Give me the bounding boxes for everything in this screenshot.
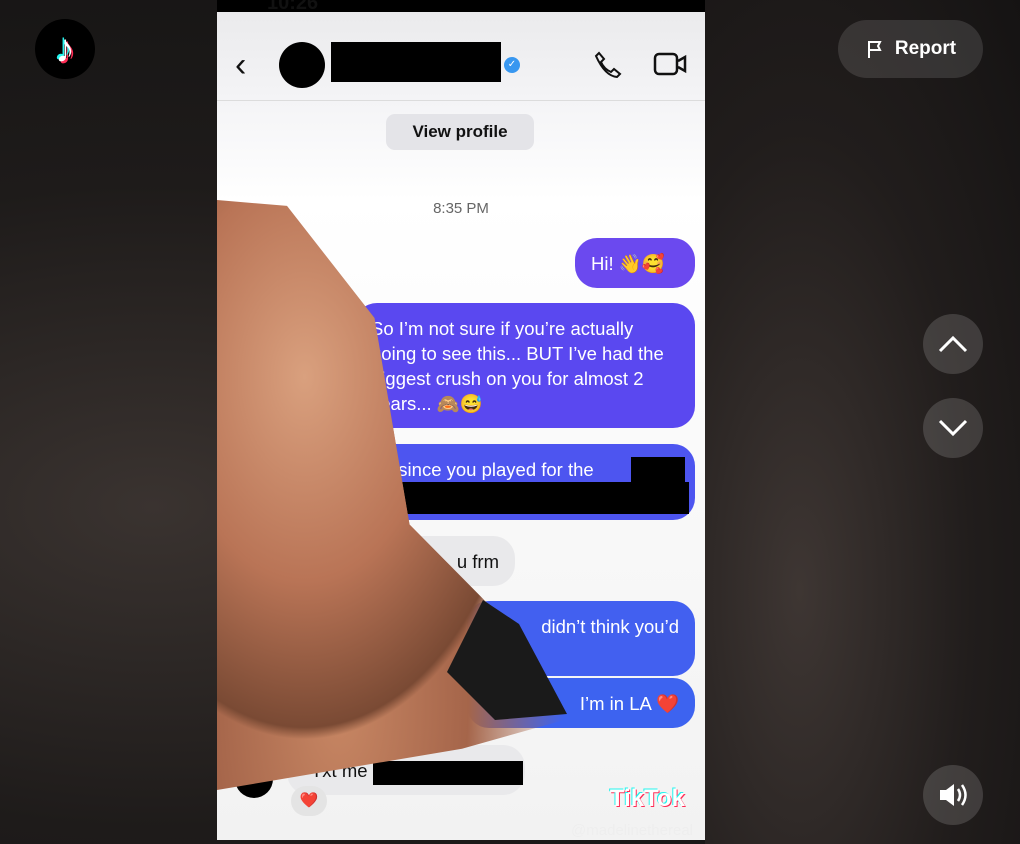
view-profile-button: View profile <box>386 114 534 150</box>
avatar <box>279 42 325 88</box>
previous-video-button[interactable] <box>923 314 983 374</box>
reaction: ❤️ <box>291 786 327 816</box>
tiktok-watermark: TikTok <box>609 785 685 812</box>
creator-handle: @madelinethereal <box>571 822 693 839</box>
message-bubble: So I’m not sure if you’re actually going… <box>355 303 695 428</box>
volume-button[interactable] <box>923 765 983 825</box>
chevron-up-icon <box>938 335 968 353</box>
redacted-text <box>387 482 689 514</box>
next-video-button[interactable] <box>923 398 983 458</box>
video-player[interactable]: 10:26 ‹ ✓ View profile 8:35 PM Hi! 👋🥰 So… <box>217 0 705 840</box>
volume-icon <box>940 784 967 806</box>
redacted-name <box>331 42 501 82</box>
chevron-down-icon <box>938 419 968 437</box>
chat-header: ‹ ✓ <box>217 30 705 101</box>
redacted-text <box>373 761 523 785</box>
phone-icon <box>594 51 622 79</box>
report-button[interactable]: Report <box>838 20 983 78</box>
redacted-text <box>631 457 685 482</box>
report-label: Report <box>894 38 957 59</box>
video-call-icon <box>653 52 687 76</box>
back-icon: ‹ <box>235 46 247 84</box>
message-bubble: r since you played for the <box>367 444 695 520</box>
verified-icon: ✓ <box>504 57 520 73</box>
flag-icon <box>867 41 882 58</box>
message-bubble: Hi! 👋🥰 <box>575 238 695 288</box>
tiktok-logo[interactable]: ♪ <box>35 19 95 79</box>
status-time: 10:26 <box>267 0 319 14</box>
message-text: r since you played for the <box>387 459 594 480</box>
